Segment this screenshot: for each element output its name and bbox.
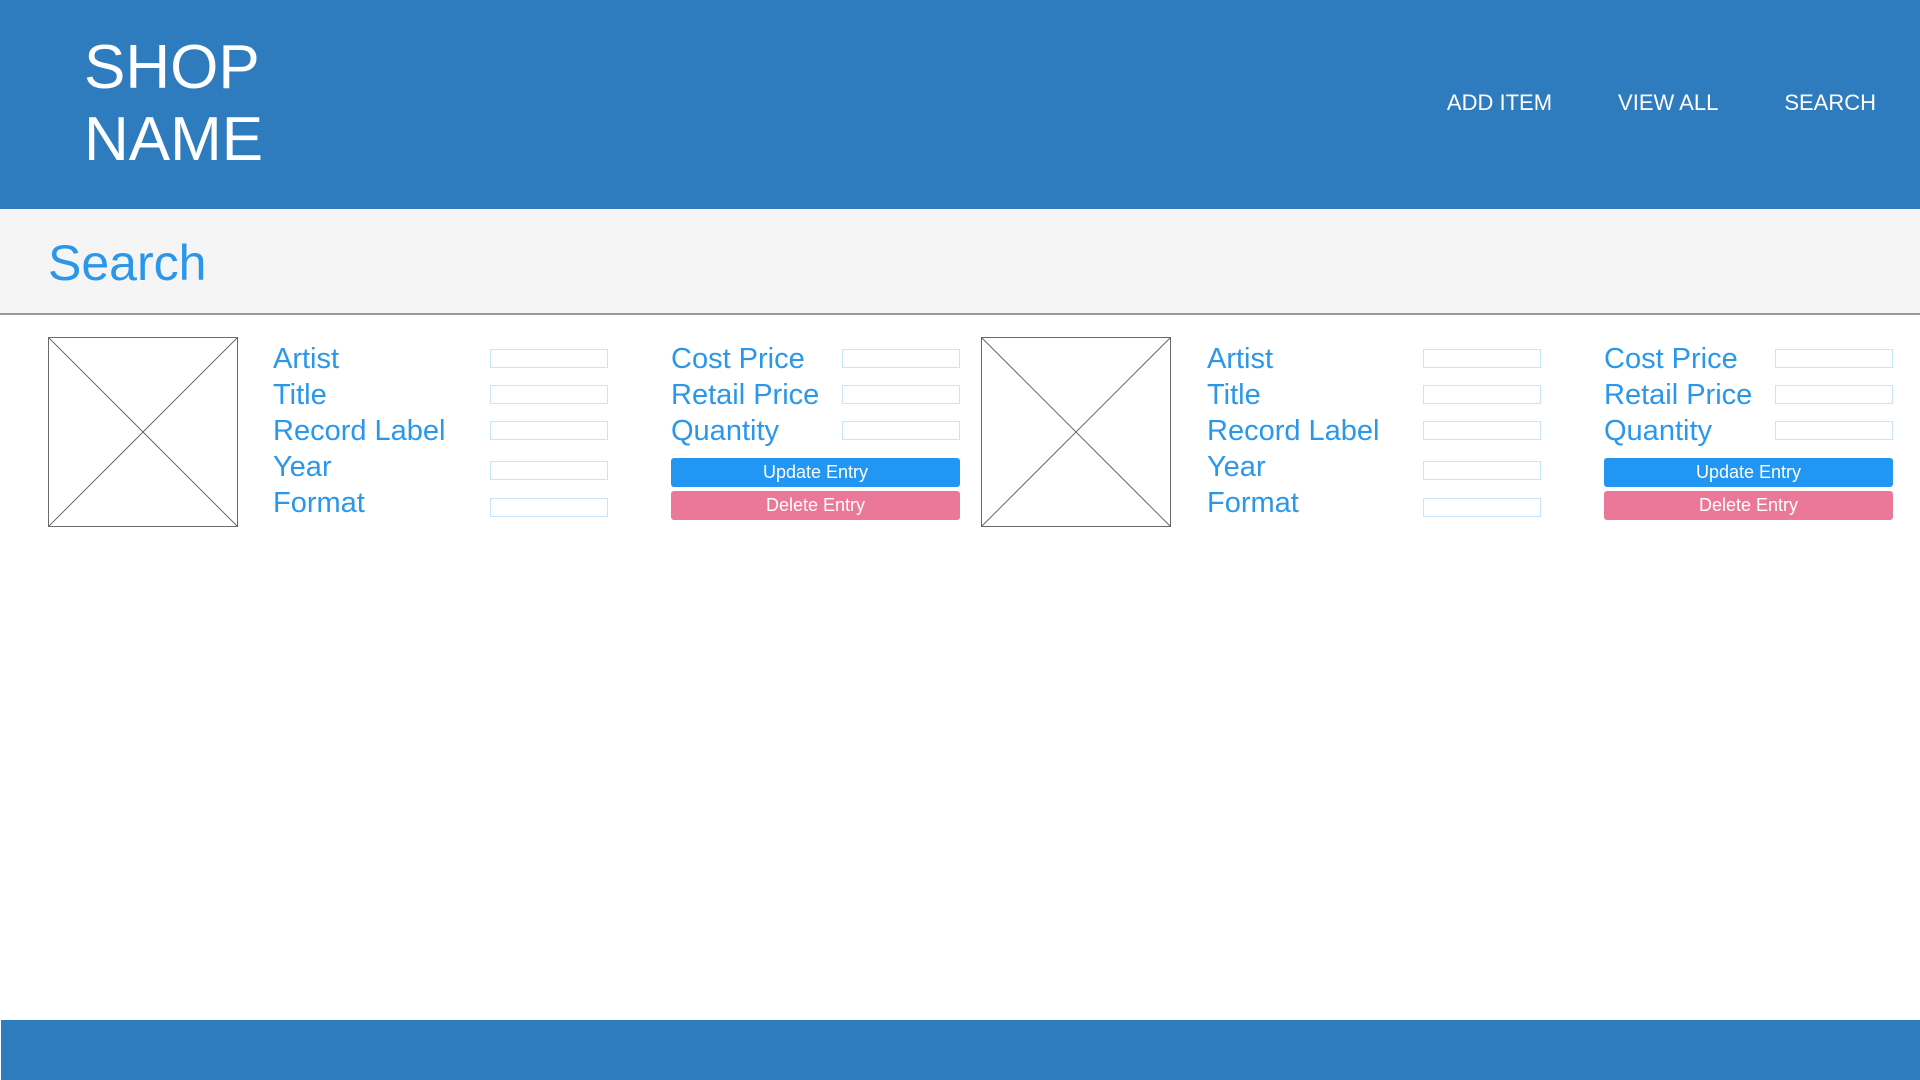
quantity-field[interactable] bbox=[842, 421, 960, 440]
delete-entry-button[interactable]: Delete Entry bbox=[671, 491, 960, 520]
delete-entry-button[interactable]: Delete Entry bbox=[1604, 491, 1893, 520]
shop-name: SHOP NAME bbox=[84, 32, 263, 176]
record-label-label: Record Label bbox=[1207, 415, 1380, 447]
record-label-label: Record Label bbox=[273, 415, 446, 447]
quantity-label: Quantity bbox=[671, 415, 779, 447]
page: SHOP NAME ADD ITEM VIEW ALL SEARCH Searc… bbox=[0, 0, 1920, 1080]
shop-name-line-1: SHOP bbox=[84, 33, 260, 102]
title-field[interactable] bbox=[490, 385, 608, 404]
format-label: Format bbox=[1207, 487, 1299, 519]
title-label: Title bbox=[273, 379, 327, 411]
cost-price-label: Cost Price bbox=[671, 343, 805, 375]
artist-field[interactable] bbox=[490, 349, 608, 368]
year-label: Year bbox=[273, 451, 332, 483]
shop-name-line-2: NAME bbox=[84, 105, 264, 174]
nav-search-link[interactable]: SEARCH bbox=[1784, 90, 1876, 116]
quantity-label: Quantity bbox=[1604, 415, 1712, 447]
result-card: Artist Title Record Label Year Format Co… bbox=[981, 337, 1901, 527]
format-field[interactable] bbox=[490, 498, 608, 517]
retail-price-field[interactable] bbox=[1775, 385, 1893, 404]
title-field[interactable] bbox=[1423, 385, 1541, 404]
year-field[interactable] bbox=[1423, 461, 1541, 480]
main-nav: ADD ITEM VIEW ALL SEARCH bbox=[1447, 90, 1876, 116]
cost-price-field[interactable] bbox=[1775, 349, 1893, 368]
title-label: Title bbox=[1207, 379, 1261, 411]
header: SHOP NAME ADD ITEM VIEW ALL SEARCH bbox=[0, 0, 1920, 209]
artist-label: Artist bbox=[273, 343, 340, 375]
title-band: Search bbox=[0, 209, 1920, 315]
artist-label: Artist bbox=[1207, 343, 1274, 375]
year-label: Year bbox=[1207, 451, 1266, 483]
image-placeholder-icon bbox=[981, 337, 1171, 527]
footer bbox=[1, 1020, 1920, 1080]
update-entry-button[interactable]: Update Entry bbox=[671, 458, 960, 487]
format-label: Format bbox=[273, 487, 365, 519]
nav-add-item-link[interactable]: ADD ITEM bbox=[1447, 90, 1552, 116]
retail-price-field[interactable] bbox=[842, 385, 960, 404]
artist-field[interactable] bbox=[1423, 349, 1541, 368]
record-label-field[interactable] bbox=[1423, 421, 1541, 440]
page-title: Search bbox=[48, 235, 207, 291]
cost-price-label: Cost Price bbox=[1604, 343, 1738, 375]
quantity-field[interactable] bbox=[1775, 421, 1893, 440]
cost-price-field[interactable] bbox=[842, 349, 960, 368]
nav-view-all-link[interactable]: VIEW ALL bbox=[1618, 90, 1718, 116]
year-field[interactable] bbox=[490, 461, 608, 480]
image-placeholder-icon bbox=[48, 337, 238, 527]
format-field[interactable] bbox=[1423, 498, 1541, 517]
update-entry-button[interactable]: Update Entry bbox=[1604, 458, 1893, 487]
retail-price-label: Retail Price bbox=[1604, 379, 1753, 411]
record-label-field[interactable] bbox=[490, 421, 608, 440]
retail-price-label: Retail Price bbox=[671, 379, 820, 411]
result-card: Artist Title Record Label Year Format Co… bbox=[48, 337, 968, 527]
